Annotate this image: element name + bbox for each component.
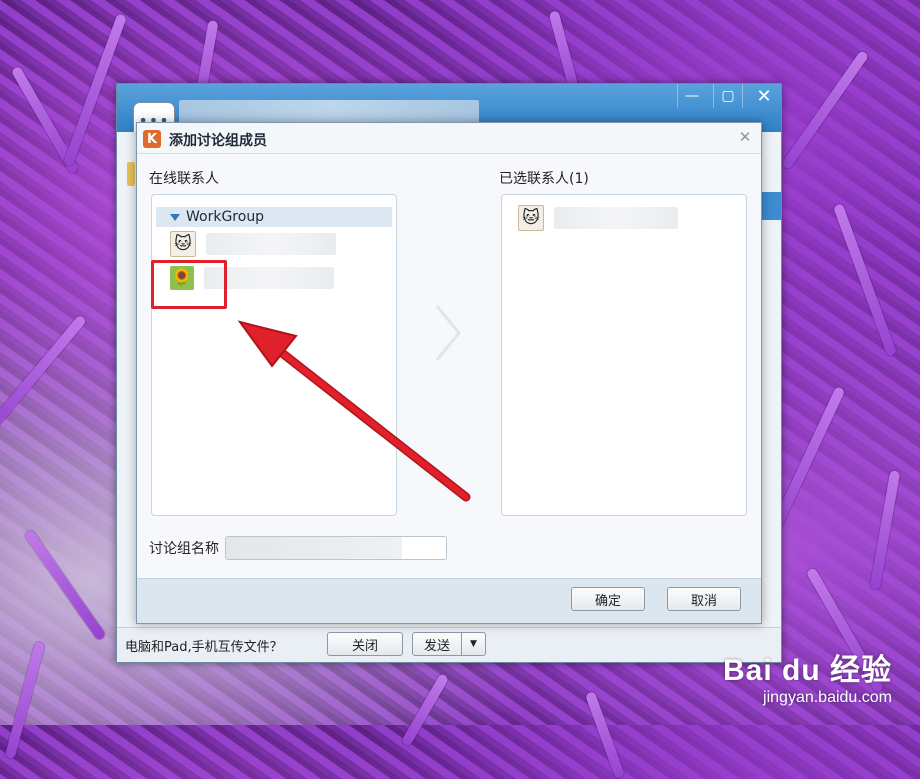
blurred-contact-name — [206, 233, 336, 255]
app-logo-icon: K — [143, 130, 161, 148]
send-button-group: 发送 ▼ — [412, 632, 486, 656]
dialog-body: 在线联系人 已选联系人(1) WorkGroup 🐱 🌻 🐱 讨论组名称 确定 … — [137, 154, 761, 623]
highlight-box — [151, 260, 227, 309]
selected-contact-row[interactable]: 🐱 — [502, 205, 746, 231]
close-chat-button[interactable]: 关闭 — [327, 632, 403, 656]
main-bottom-bar: 电脑和Pad,手机互传文件？ 关闭 发送 ▼ — [117, 627, 781, 662]
add-to-selected-chevron-icon[interactable] — [433, 304, 463, 362]
maximize-button[interactable]: ▢ — [713, 84, 743, 108]
lucky-cat-avatar-icon: 🐱 — [518, 205, 544, 231]
cancel-button[interactable]: 取消 — [667, 587, 741, 611]
expand-caret-icon — [170, 213, 180, 221]
send-options-dropdown-button[interactable]: ▼ — [462, 632, 486, 656]
contact-row[interactable]: 🐱 — [152, 227, 396, 261]
selected-contacts-label: 已选联系人(1) — [499, 171, 589, 187]
watermark-logo: Bai du 经验 — [722, 654, 892, 687]
close-window-button[interactable]: ✕ — [750, 84, 778, 108]
group-name: WorkGroup — [186, 209, 265, 225]
dialog-footer: 确定 取消 — [137, 578, 761, 623]
lucky-cat-avatar-icon: 🐱 — [170, 231, 196, 257]
dialog-close-button[interactable]: ✕ — [737, 128, 753, 146]
online-contacts-list[interactable]: WorkGroup 🐱 🌻 — [151, 194, 397, 516]
dialog-titlebar: K 添加讨论组成员 ✕ — [137, 123, 761, 154]
add-group-members-dialog: K 添加讨论组成员 ✕ 在线联系人 已选联系人(1) WorkGroup 🐱 🌻 — [136, 122, 762, 624]
blurred-contact-name — [554, 207, 678, 229]
group-name-label: 讨论组名称 — [149, 541, 219, 557]
watermark-url: jingyan.baidu.com — [763, 689, 892, 706]
blurred-window-title — [179, 100, 479, 124]
group-name-row: 讨论组名称 — [149, 536, 447, 560]
send-button[interactable]: 发送 — [412, 632, 462, 656]
folder-icon — [127, 162, 135, 186]
file-transfer-link[interactable]: 电脑和Pad,手机互传文件？ — [125, 636, 283, 655]
dialog-title: 添加讨论组成员 — [169, 133, 267, 149]
baidu-jingyan-watermark: Bai du 经验 jingyan.baidu.com — [723, 645, 892, 707]
minimize-button[interactable]: — — [677, 84, 706, 108]
selected-contacts-list[interactable]: 🐱 — [501, 194, 747, 516]
online-contacts-label: 在线联系人 — [149, 171, 219, 187]
group-header-workgroup[interactable]: WorkGroup — [156, 207, 392, 227]
group-name-input[interactable] — [225, 536, 447, 560]
side-accent-bar — [761, 192, 781, 220]
ok-button[interactable]: 确定 — [571, 587, 645, 611]
